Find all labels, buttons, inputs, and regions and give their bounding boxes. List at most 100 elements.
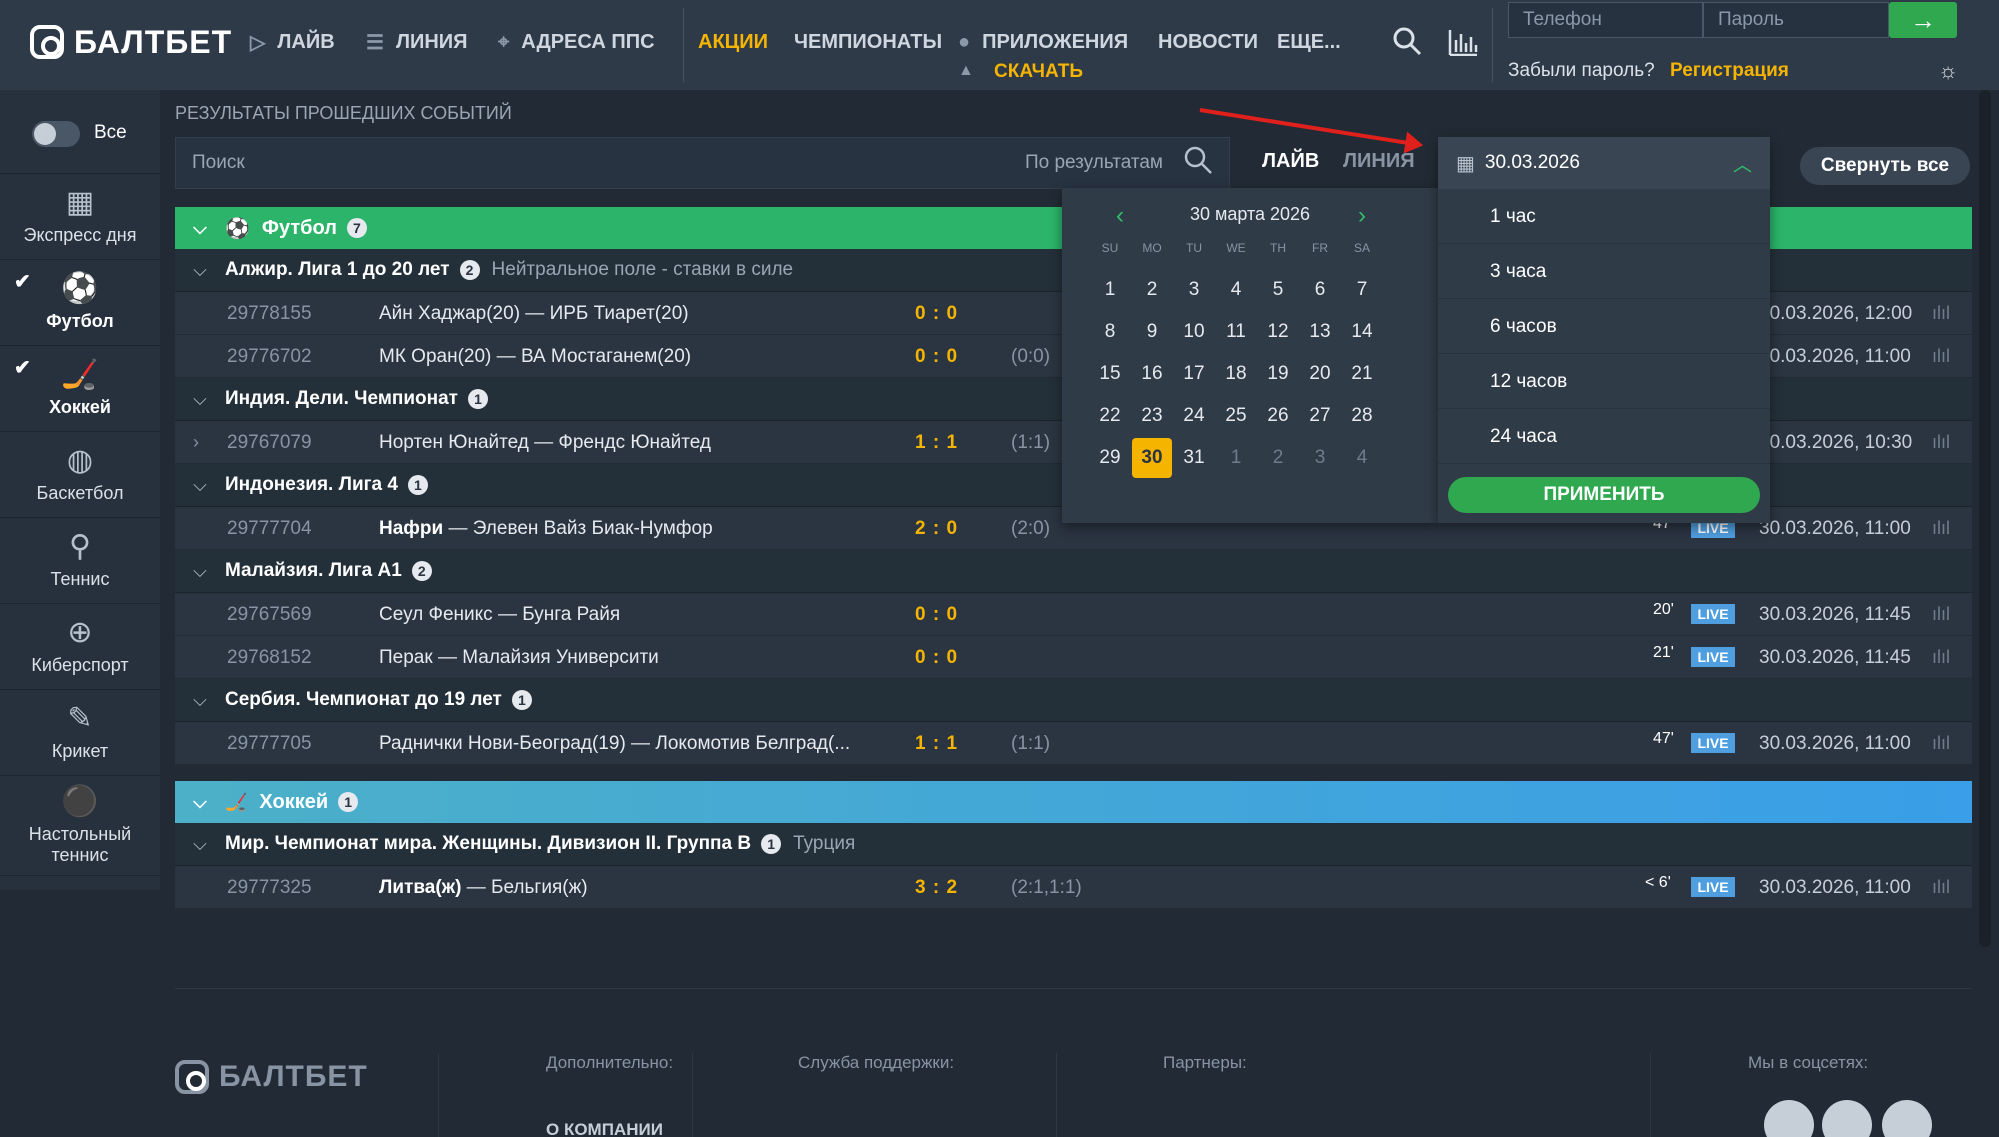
odnoklassniki-icon[interactable] xyxy=(1882,1100,1932,1137)
footer-about-link[interactable]: О КОМПАНИИ xyxy=(546,1120,663,1137)
league-header[interactable]: ⌵ Сербия. Чемпионат до 19 лет 1 xyxy=(175,679,1972,722)
calendar-day[interactable]: 12 xyxy=(1258,312,1298,352)
calendar-day[interactable]: 2 xyxy=(1132,270,1172,310)
vk-icon[interactable] xyxy=(1764,1100,1814,1137)
calendar-day[interactable]: 18 xyxy=(1216,354,1256,394)
stats-icon[interactable]: ılıl xyxy=(1932,292,1950,335)
nav-championships[interactable]: ЧЕМПИОНАТЫ xyxy=(794,28,942,56)
statistics-icon[interactable] xyxy=(1448,28,1478,62)
calendar-day[interactable]: 4 xyxy=(1342,438,1382,478)
apply-button[interactable]: ПРИМЕНИТЬ xyxy=(1448,477,1760,513)
search-icon[interactable] xyxy=(1392,26,1422,62)
stats-icon[interactable]: ılıl xyxy=(1932,636,1950,679)
chevron-left-icon[interactable]: ‹ xyxy=(1116,202,1124,230)
calendar-day[interactable]: 31 xyxy=(1174,438,1214,478)
calendar-day[interactable]: 1 xyxy=(1216,438,1256,478)
calendar-day[interactable]: 14 xyxy=(1342,312,1382,352)
sidebar-item-table-tennis[interactable]: ⚫ Настольный теннис xyxy=(0,776,160,876)
calendar-day[interactable]: 17 xyxy=(1174,354,1214,394)
calendar-day[interactable]: 26 xyxy=(1258,396,1298,436)
nav-line[interactable]: ☰ ЛИНИЯ xyxy=(366,28,468,56)
match-row[interactable]: 29777325 Литва(ж) — Бельгия(ж) 3 : 2 (2:1,1… xyxy=(175,866,1972,909)
calendar-day[interactable]: 23 xyxy=(1132,396,1172,436)
calendar-day[interactable]: 19 xyxy=(1258,354,1298,394)
calendar-day[interactable]: 21 xyxy=(1342,354,1382,394)
match-row[interactable]: 29768152 Перак — Малайзия Университи 0 : 0… xyxy=(175,636,1972,679)
calendar-day[interactable]: 15 xyxy=(1090,354,1130,394)
collapse-all-button[interactable]: Свернуть все xyxy=(1800,147,1970,185)
nav-addresses[interactable]: ⌖ АДРЕСА ППС xyxy=(498,28,655,56)
sidebar-item-esports[interactable]: ⊕ Киберспорт xyxy=(0,604,160,690)
calendar-day[interactable]: 8 xyxy=(1090,312,1130,352)
tab-live[interactable]: ЛАЙВ xyxy=(1262,150,1319,173)
match-row[interactable]: 29777705 Раднички Нови-Београд(19) — Локо… xyxy=(175,722,1972,765)
league-header[interactable]: ⌵ Мир. Чемпионат мира. Женщины. Дивизион … xyxy=(175,823,1972,866)
league-header[interactable]: ⌵ Малайзия. Лига А1 2 xyxy=(175,550,1972,593)
time-option[interactable]: 3 часа xyxy=(1438,244,1770,299)
match-row[interactable]: 29767569 Сеул Феникс — Бунга Райя 0 : 0 20'… xyxy=(175,593,1972,636)
calendar-day[interactable]: 24 xyxy=(1174,396,1214,436)
all-sports-toggle[interactable] xyxy=(32,121,80,147)
sport-header-hockey[interactable]: ⌵ 🏒 Хоккей 1 xyxy=(175,781,1972,823)
calendar-day[interactable]: 5 xyxy=(1258,270,1298,310)
calendar-day[interactable]: 6 xyxy=(1300,270,1340,310)
calendar-day[interactable]: 3 xyxy=(1300,438,1340,478)
stats-icon[interactable]: ılıl xyxy=(1932,507,1950,550)
login-button[interactable]: → xyxy=(1889,2,1957,38)
calendar-day[interactable]: 3 xyxy=(1174,270,1214,310)
calendar-day[interactable]: 30 xyxy=(1132,438,1172,478)
footer-logo[interactable]: БАЛТБЕТ xyxy=(175,1055,368,1099)
calendar-day[interactable]: 4 xyxy=(1216,270,1256,310)
calendar-day[interactable]: 16 xyxy=(1132,354,1172,394)
sidebar-item-cricket[interactable]: ✎ Крикет xyxy=(0,690,160,776)
calendar-day[interactable]: 2 xyxy=(1258,438,1298,478)
nav-more[interactable]: ЕЩЕ... xyxy=(1277,28,1341,56)
nav-news[interactable]: НОВОСТИ xyxy=(1158,28,1258,56)
stats-icon[interactable]: ılıl xyxy=(1932,421,1950,464)
calendar-day[interactable]: 27 xyxy=(1300,396,1340,436)
sidebar-item-tennis[interactable]: ⚲ Теннис xyxy=(0,518,160,604)
chevron-right-icon[interactable]: › xyxy=(1358,202,1366,230)
sidebar-item-hockey[interactable]: ✔ 🏒 Хоккей xyxy=(0,346,160,432)
password-input[interactable]: Пароль xyxy=(1703,2,1889,38)
register-link[interactable]: Регистрация xyxy=(1670,60,1789,82)
telegram-icon[interactable] xyxy=(1822,1100,1872,1137)
search-bar[interactable]: Поиск По результатам xyxy=(175,137,1230,189)
nav-download[interactable]: СКАЧАТЬ xyxy=(994,58,1083,86)
calendar-day[interactable]: 7 xyxy=(1342,270,1382,310)
search-icon[interactable] xyxy=(1183,145,1213,181)
calendar-day[interactable]: 9 xyxy=(1132,312,1172,352)
nav-promotions[interactable]: АКЦИИ xyxy=(698,28,768,56)
stats-icon[interactable]: ılıl xyxy=(1932,722,1950,765)
nav-live[interactable]: ▷ ЛАЙВ xyxy=(250,28,335,56)
phone-input[interactable]: Телефон xyxy=(1508,2,1703,38)
calendar-day[interactable]: 10 xyxy=(1174,312,1214,352)
footer-column-divider xyxy=(692,1053,693,1137)
calendar-day[interactable]: 25 xyxy=(1216,396,1256,436)
nav-apps[interactable]: ● ПРИЛОЖЕНИЯ xyxy=(958,28,1128,56)
time-option[interactable]: 1 час xyxy=(1438,189,1770,244)
time-option[interactable]: 24 часа xyxy=(1438,409,1770,464)
date-select[interactable]: ▦ 30.03.2026 ︿ xyxy=(1438,137,1770,189)
calendar-day[interactable]: 28 xyxy=(1342,396,1382,436)
stats-icon[interactable]: ılıl xyxy=(1932,335,1950,378)
time-option[interactable]: 12 часов xyxy=(1438,354,1770,409)
theme-sun-icon[interactable]: ☼ xyxy=(1938,58,1958,84)
stats-icon[interactable]: ılıl xyxy=(1932,866,1950,909)
calendar-day[interactable]: 22 xyxy=(1090,396,1130,436)
calendar-day[interactable]: 20 xyxy=(1300,354,1340,394)
forgot-password-link[interactable]: Забыли пароль? xyxy=(1508,60,1655,82)
brand-logo[interactable]: БАЛТБЕТ xyxy=(30,20,232,64)
calendar-day[interactable]: 29 xyxy=(1090,438,1130,478)
calendar-day[interactable]: 1 xyxy=(1090,270,1130,310)
sidebar-item-basketball[interactable]: ◍ Баскетбол xyxy=(0,432,160,518)
sidebar-item-express[interactable]: ▦ Экспресс дня xyxy=(0,174,160,260)
calendar-day[interactable]: 11 xyxy=(1216,312,1256,352)
calendar-day[interactable]: 13 xyxy=(1300,312,1340,352)
search-input[interactable]: Поиск xyxy=(192,152,245,174)
time-option[interactable]: 6 часов xyxy=(1438,299,1770,354)
stats-icon[interactable]: ılıl xyxy=(1932,593,1950,636)
scrollbar[interactable] xyxy=(1979,90,1991,947)
chevron-right-icon[interactable]: › xyxy=(193,421,199,464)
sidebar-item-football[interactable]: ✔ ⚽ Футбол xyxy=(0,260,160,346)
